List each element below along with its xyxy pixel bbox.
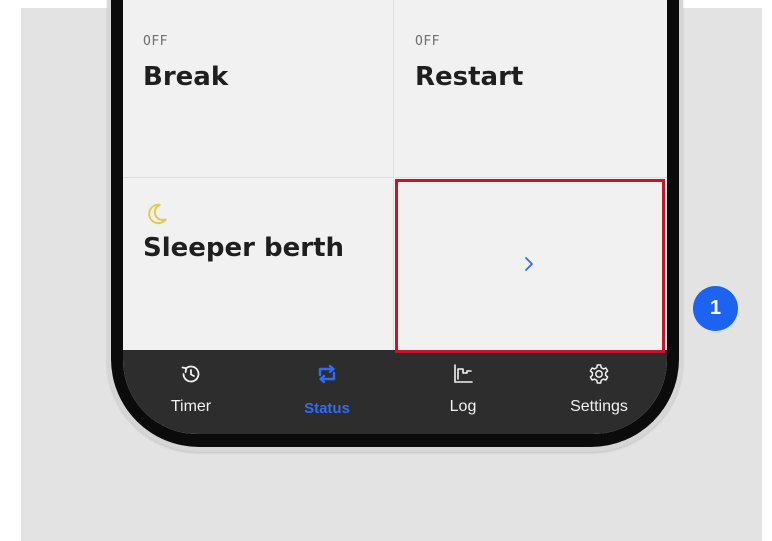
restart-label: Restart (415, 62, 524, 92)
tab-log[interactable]: Log (395, 350, 531, 434)
tab-settings-label: Settings (570, 398, 628, 415)
tab-log-label: Log (449, 398, 477, 415)
tab-status[interactable]: Status (259, 350, 395, 434)
moon-icon (148, 203, 167, 224)
status-grid: OFF Break OFF Restart Sleeper berth (123, 0, 667, 350)
swap-arrows-icon (318, 364, 336, 384)
phone-screen: OFF Break OFF Restart Sleeper berth Time… (123, 0, 667, 434)
restart-status: OFF (415, 34, 440, 49)
break-label: Break (143, 62, 229, 92)
break-tile[interactable]: OFF Break (123, 0, 394, 178)
restart-tile[interactable]: OFF Restart (395, 0, 667, 178)
tab-timer[interactable]: Timer (123, 350, 259, 434)
break-status: OFF (143, 34, 168, 49)
more-statuses-tile[interactable] (395, 179, 667, 350)
sleeper-berth-tile[interactable]: Sleeper berth (123, 179, 394, 350)
tab-timer-label: Timer (170, 398, 212, 415)
tab-status-label: Status (304, 400, 350, 417)
step-badge: 1 (693, 286, 738, 331)
history-icon (181, 365, 200, 383)
step-chart-icon (454, 364, 473, 383)
gear-icon (589, 364, 609, 384)
sleeper-berth-label: Sleeper berth (143, 233, 345, 263)
chevron-right-icon (525, 257, 533, 271)
tab-settings[interactable]: Settings (531, 350, 667, 434)
bottom-tab-bar: Timer Status Log Settings (123, 350, 667, 434)
